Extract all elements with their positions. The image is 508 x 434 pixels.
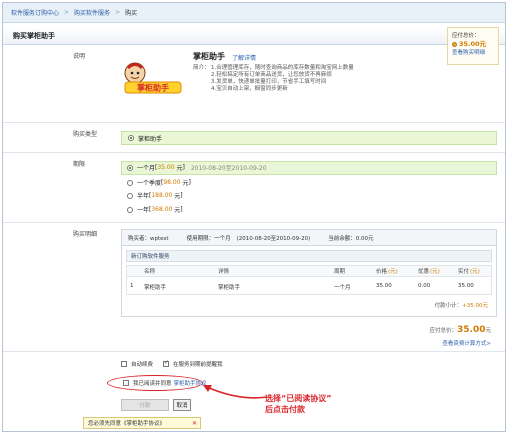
annotation-line: 后点击付款 bbox=[265, 405, 305, 414]
period-radio[interactable] bbox=[127, 206, 133, 213]
product-intro: 简介： 1.合理管理库存，随时查询商品的库存数量和淘宝网上数量 2.轻松搞定所有… bbox=[193, 65, 354, 93]
usage-period: 使用期限：一个月 bbox=[186, 235, 231, 242]
column-header-paid: 实付 (元) bbox=[458, 269, 480, 275]
purchase-type-option[interactable]: 掌柜助手 bbox=[121, 131, 497, 145]
cancel-button[interactable]: 取消 bbox=[173, 399, 191, 411]
column-header-name: 名称 bbox=[144, 269, 156, 275]
column-header-detail: 详情 bbox=[218, 269, 230, 275]
period-price: 35.00 bbox=[157, 164, 175, 171]
purchase-type-label: 购买类型 bbox=[73, 131, 98, 138]
table-row bbox=[126, 277, 492, 295]
period-text: 一年 bbox=[137, 207, 150, 214]
product-name: 掌柜助手 bbox=[193, 52, 225, 61]
purchase-type-value: 掌柜助手 bbox=[138, 135, 163, 143]
divider bbox=[3, 351, 505, 352]
agreement-tooltip: 您必须先同意《掌柜助手协议》 ✕ bbox=[83, 417, 201, 429]
remind-label: 在服务到期前提醒我 bbox=[173, 362, 223, 368]
balance: 当前余额：0.00元 bbox=[328, 235, 374, 242]
purchase-type-radio[interactable] bbox=[128, 135, 134, 141]
renew-options: 自动续费 在服务到期前提醒我 bbox=[121, 359, 223, 368]
breadcrumb-separator: > bbox=[64, 9, 70, 16]
order-head: 新订购软件服务 bbox=[126, 250, 492, 262]
intro-line: 2.轻松搞定所有订单商品送货，让您放货不再麻烦 bbox=[211, 72, 332, 78]
period-price: 98.00 bbox=[163, 179, 181, 186]
period-text: 半年 bbox=[137, 193, 150, 200]
purchase-type-row: 购买类型 掌柜助手 bbox=[3, 123, 505, 153]
cell-price: 35.00 bbox=[376, 283, 392, 289]
agree-label: 我已阅读并同意 bbox=[133, 381, 172, 387]
detail-label: 购买明细 bbox=[73, 231, 98, 238]
period-radio[interactable] bbox=[127, 192, 133, 199]
breadcrumb-link-services[interactable]: 购买软件服务 bbox=[74, 8, 110, 17]
cell-index: 1 bbox=[130, 283, 134, 289]
period-option-halfyear[interactable]: 半年[188.00 元] bbox=[127, 191, 183, 200]
close-icon[interactable]: ✕ bbox=[192, 420, 197, 427]
period-unit: 元 bbox=[182, 180, 189, 187]
column-header-price: 价格 (元) bbox=[376, 269, 398, 275]
column-header-discount: 优惠 (元) bbox=[418, 269, 440, 275]
period-radio[interactable] bbox=[127, 179, 133, 186]
tooltip-text: 您必须先同意《掌柜助手协议》 bbox=[88, 421, 166, 427]
period-row: 期限 一个月[35.00 元] 2010-08-20至2010-09-20 一个… bbox=[3, 153, 505, 223]
description-row: 说明 掌柜助手 掌柜助手 了解详情 简介： 1.合理管理库存，随时查询商品的库存… bbox=[3, 45, 505, 123]
page-title: 购买掌柜助手 bbox=[3, 27, 505, 45]
intro-line: 3.发货单，快递单批量打印，节省手工填写时间 bbox=[211, 79, 327, 85]
agree-checkbox[interactable] bbox=[123, 380, 129, 386]
intro-line: 1.合理管理库存，随时查询商品的库存数量和淘宝网上数量 bbox=[211, 65, 354, 71]
annotation-arrow-icon bbox=[203, 385, 268, 399]
period-unit: 元 bbox=[174, 193, 181, 200]
total-amount: 35.00 bbox=[457, 325, 486, 335]
cell-cycle: 一个月 bbox=[334, 285, 351, 291]
period-text: 一个季度 bbox=[137, 180, 162, 187]
breadcrumb-separator: > bbox=[115, 9, 121, 16]
auto-renew-checkbox[interactable] bbox=[121, 361, 127, 367]
breadcrumb: 软件服务订购中心 > 购买软件服务 > 购买 bbox=[3, 3, 505, 23]
annotation-line: 选择“已阅读协议” bbox=[265, 394, 332, 403]
period-unit: 元 bbox=[176, 165, 183, 172]
annotation-text: 选择“已阅读协议” 后点击付款 bbox=[265, 393, 332, 415]
breadcrumb-link-center[interactable]: 软件服务订购中心 bbox=[11, 8, 59, 17]
auto-renew-label: 自动续费 bbox=[131, 362, 154, 368]
description-label: 说明 bbox=[73, 53, 86, 60]
cell-name: 掌柜助手 bbox=[144, 285, 167, 291]
cell-paid: 35.00 bbox=[458, 283, 474, 289]
intro-line: 4.宝贝自动上架，橱窗同步更新 bbox=[211, 86, 288, 92]
period-option-month[interactable]: 一个月[35.00 元] 2010-08-20至2010-09-20 bbox=[127, 163, 267, 172]
breadcrumb-current: 购买 bbox=[125, 10, 138, 17]
remind-checkbox[interactable] bbox=[163, 359, 169, 367]
total-price: 应付总价：35.00元 bbox=[429, 325, 492, 335]
details-link[interactable]: 了解详情 bbox=[232, 53, 256, 62]
period-radio[interactable] bbox=[127, 164, 133, 171]
agreement-line: 我已阅读并同意 掌柜助手协议 bbox=[123, 379, 207, 387]
intro-lead: 简介： bbox=[193, 65, 210, 71]
side-total-label: 应付总价： bbox=[452, 33, 480, 39]
period-price: 188.00 bbox=[151, 192, 173, 199]
detail-box: 购买者：wptest 使用期限：一个月 (2010-08-20至2010-09-… bbox=[121, 229, 497, 317]
period-label: 期限 bbox=[73, 161, 86, 168]
usage-range: (2010-08-20至2010-09-20) bbox=[236, 235, 311, 242]
period-price: 368.00 bbox=[151, 206, 173, 213]
cell-detail: 掌柜助手 bbox=[218, 285, 241, 291]
period-range: 2010-08-20至2010-09-20 bbox=[190, 165, 267, 172]
subtotal: 付款小计：+35.00元 bbox=[434, 303, 488, 309]
period-option-quarter[interactable]: 一个季度[98.00 元] bbox=[127, 178, 191, 187]
cell-discount: 0.00 bbox=[418, 283, 431, 289]
period-text: 一个月 bbox=[137, 165, 156, 172]
product-logo-icon: 掌柜助手 bbox=[124, 62, 182, 94]
column-header-cycle: 周期 bbox=[334, 269, 346, 275]
logo-text: 掌柜助手 bbox=[137, 83, 169, 93]
pay-button[interactable]: 付款 bbox=[121, 399, 169, 411]
purchase-page: 软件服务订购中心 > 购买软件服务 > 购买 购买掌柜助手 应付总价： 35.0… bbox=[2, 2, 506, 432]
buyer-bar: 购买者：wptest 使用期限：一个月 (2010-08-20至2010-09-… bbox=[122, 230, 496, 246]
fee-calc-link[interactable]: 查看资费计算方式> bbox=[442, 339, 491, 347]
buyer-name: 购买者：wptest bbox=[128, 235, 169, 242]
period-option-year[interactable]: 一年[368.00 元] bbox=[127, 205, 183, 214]
period-unit: 元 bbox=[174, 207, 181, 214]
